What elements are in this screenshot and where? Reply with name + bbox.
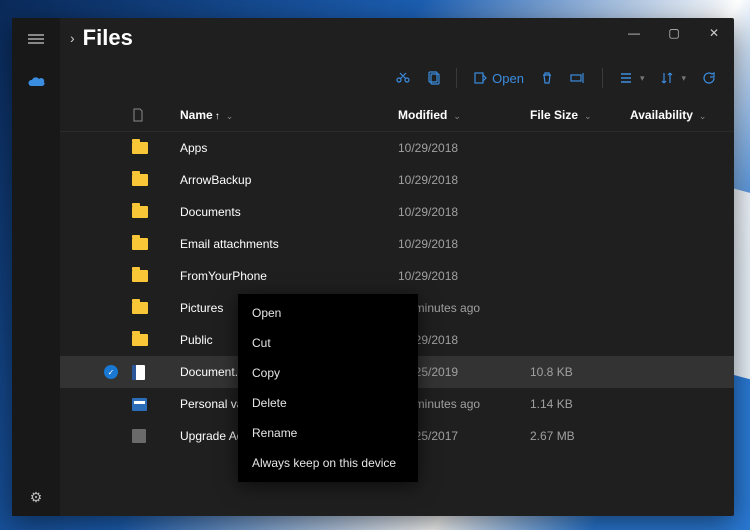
file-size: 2.67 MB [530, 429, 630, 443]
context-menu-item[interactable]: Always keep on this device [238, 448, 418, 478]
file-size: 1.14 KB [530, 397, 630, 411]
file-name: ArrowBackup [180, 173, 398, 187]
table-row[interactable]: ✓FromYourPhone10/29/2018 [60, 260, 734, 292]
app-window: ⚙ — ▢ ✕ › Files Open [12, 18, 734, 516]
file-size: 10.8 KB [530, 365, 630, 379]
context-menu: OpenCutCopyDeleteRenameAlways keep on th… [238, 294, 418, 482]
context-menu-item[interactable]: Copy [238, 358, 418, 388]
table-row[interactable]: ✓Documents10/29/2018 [60, 196, 734, 228]
folder-icon [132, 174, 180, 186]
window-controls: — ▢ ✕ [614, 18, 734, 48]
chevron-down-icon: ⌄ [699, 111, 707, 121]
refresh-button[interactable] [702, 71, 716, 85]
copy-button[interactable] [426, 71, 440, 85]
folder-icon [132, 334, 180, 346]
context-menu-item[interactable]: Delete [238, 388, 418, 418]
appx-icon [132, 429, 180, 443]
sort-button[interactable]: ▾ [660, 71, 686, 85]
folder-icon [132, 238, 180, 250]
table-row[interactable]: ✓ArrowBackup10/29/2018 [60, 164, 734, 196]
settings-button[interactable]: ⚙ [30, 489, 43, 506]
name-column-header[interactable]: Name↑⌄ [180, 108, 398, 122]
link-icon [132, 398, 180, 411]
toolbar-separator [602, 68, 603, 88]
nav-back-icon[interactable]: › [70, 30, 75, 46]
table-row[interactable]: ✓Apps10/29/2018 [60, 132, 734, 164]
file-list: ✓Apps10/29/2018✓ArrowBackup10/29/2018✓Do… [60, 132, 734, 516]
chevron-down-icon: ▾ [640, 73, 645, 84]
file-name: Apps [180, 141, 398, 155]
delete-button[interactable] [540, 71, 554, 85]
cut-button[interactable] [396, 71, 410, 85]
minimize-button[interactable]: — [614, 18, 654, 48]
open-label: Open [492, 71, 524, 86]
folder-icon [132, 142, 180, 154]
onedrive-icon[interactable] [27, 76, 45, 88]
context-menu-item[interactable]: Cut [238, 328, 418, 358]
view-button[interactable]: ▾ [619, 71, 645, 85]
file-name: Documents [180, 205, 398, 219]
file-name: FromYourPhone [180, 269, 398, 283]
folder-icon [132, 302, 180, 314]
file-modified: 10/29/2018 [398, 205, 530, 219]
folder-icon [132, 206, 180, 218]
rename-button[interactable] [570, 71, 586, 85]
file-modified: 10/29/2018 [398, 237, 530, 251]
sort-asc-icon: ↑ [215, 111, 220, 122]
file-modified: 10/29/2018 [398, 141, 530, 155]
column-headers: Name↑⌄ Modified⌄ File Size⌄ Availability… [60, 98, 734, 132]
context-menu-item[interactable]: Open [238, 298, 418, 328]
toolbar: Open ▾ ▾ [60, 58, 734, 98]
file-name: Email attachments [180, 237, 398, 251]
chevron-down-icon: ⌄ [584, 111, 592, 121]
menu-button[interactable] [28, 32, 44, 46]
context-menu-item[interactable]: Rename [238, 418, 418, 448]
availability-column-header[interactable]: Availability⌄ [630, 108, 716, 122]
word-icon [132, 365, 180, 380]
size-column-header[interactable]: File Size⌄ [530, 108, 630, 122]
folder-icon [132, 270, 180, 282]
icon-column-header[interactable] [132, 108, 180, 122]
table-row[interactable]: ✓Email attachments10/29/2018 [60, 228, 734, 260]
close-button[interactable]: ✕ [694, 18, 734, 48]
open-button[interactable]: Open [473, 71, 524, 86]
maximize-button[interactable]: ▢ [654, 18, 694, 48]
toolbar-separator [456, 68, 457, 88]
file-modified: 10/29/2018 [398, 269, 530, 283]
chevron-down-icon: ▾ [681, 73, 686, 84]
modified-column-header[interactable]: Modified⌄ [398, 108, 530, 122]
check-icon: ✓ [104, 365, 118, 379]
page-title: Files [83, 25, 133, 51]
chevron-down-icon: ⌄ [453, 111, 461, 121]
file-modified: 10/29/2018 [398, 173, 530, 187]
chevron-down-icon: ⌄ [226, 111, 234, 121]
sidebar: ⚙ [12, 18, 60, 516]
main-area: — ▢ ✕ › Files Open [60, 18, 734, 516]
